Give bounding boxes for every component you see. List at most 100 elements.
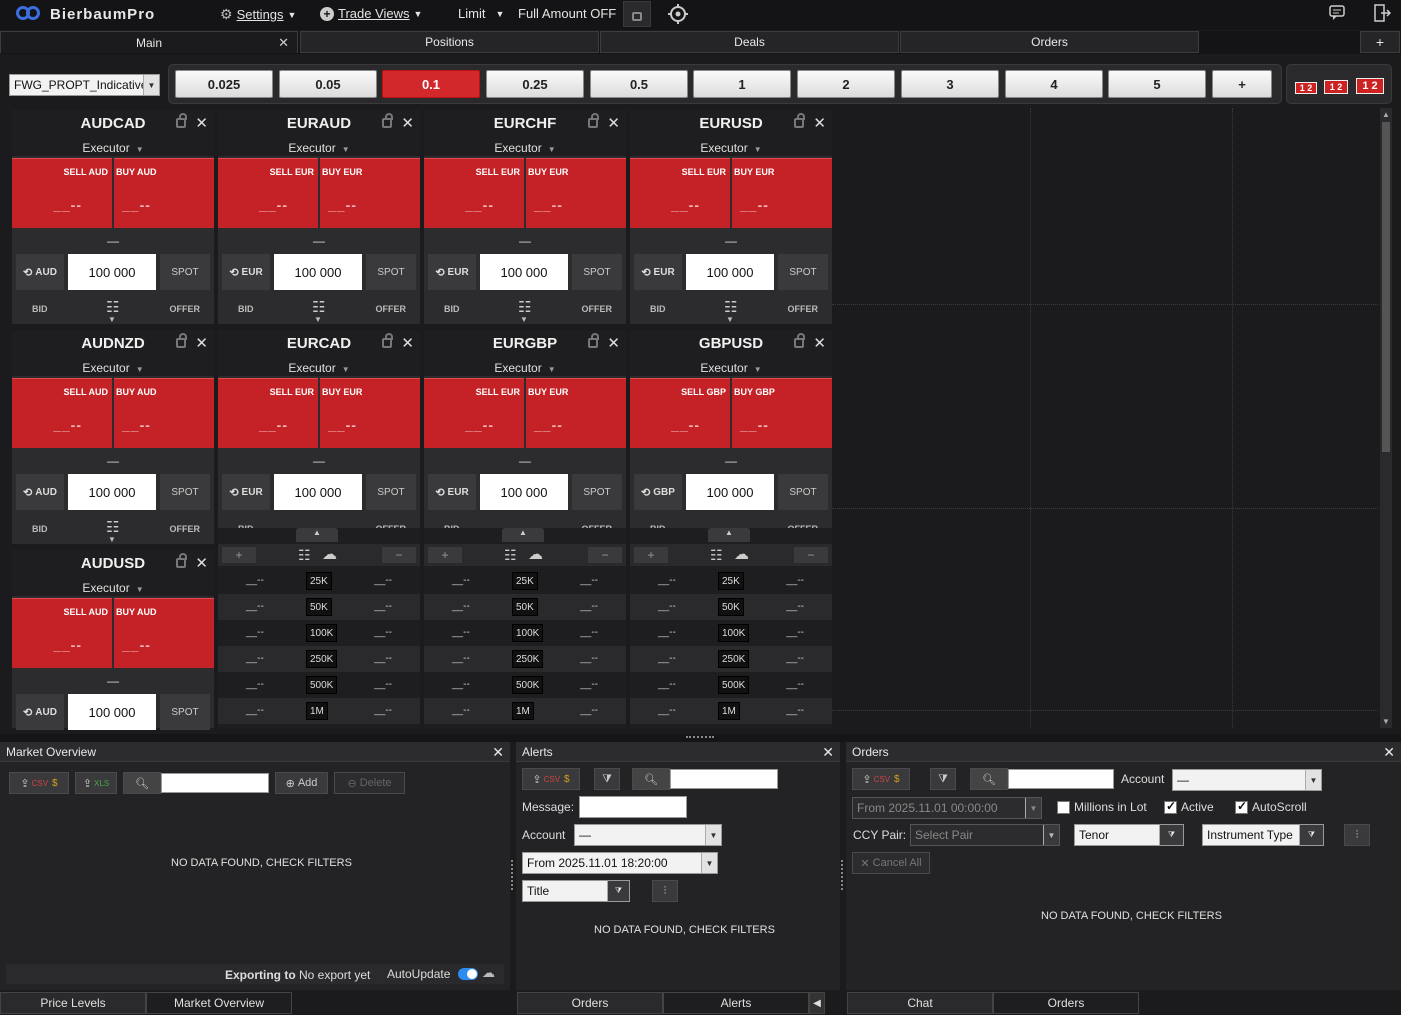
execution-mode-select[interactable]: Executor ▼ [424, 141, 626, 155]
dealt-currency-toggle[interactable]: ⟲ AUD [16, 474, 64, 510]
sell-button[interactable]: SELL EUR __-- [630, 158, 730, 228]
tab-deals[interactable]: Deals [600, 31, 899, 53]
scroll-down-icon[interactable]: ▼ [1382, 717, 1390, 726]
autoscroll-checkbox[interactable] [1235, 799, 1248, 814]
lock-icon[interactable] [588, 333, 599, 348]
depth-row[interactable]: __-- 25K __-- [630, 568, 832, 594]
ladder-icon[interactable]: ☷ [518, 298, 531, 316]
lock-icon[interactable] [382, 333, 393, 348]
decrease-button[interactable]: − [382, 547, 416, 563]
dealt-currency-toggle[interactable]: ⟲ EUR [428, 474, 476, 510]
export-csv-button[interactable]: ⇪ CSV $ [9, 772, 69, 794]
dealt-currency-toggle[interactable]: ⟲ AUD [16, 694, 64, 730]
logout-button[interactable] [1373, 4, 1392, 22]
add-tab-button[interactable]: + [1360, 31, 1400, 53]
quick-amount-button[interactable]: 4 [1005, 70, 1103, 98]
quick-amount-button[interactable]: 0.025 [175, 70, 273, 98]
ladder-icon[interactable]: ☷ [106, 298, 119, 316]
tab-alerts[interactable]: Alerts [663, 992, 809, 1014]
increase-button[interactable]: + [222, 547, 256, 563]
view-mode-large[interactable]: 1 2 [1356, 78, 1384, 94]
sell-button[interactable]: SELL EUR __-- [424, 378, 524, 448]
lock-icon[interactable] [176, 333, 187, 348]
depth-row[interactable]: __-- 100K __-- [424, 620, 626, 646]
collapse-up-icon[interactable]: ▲ [296, 528, 338, 542]
filter-button[interactable]: ⧩ [594, 768, 620, 790]
tenor-select[interactable]: SPOT [160, 254, 210, 290]
amount-input[interactable]: 100 000 [480, 254, 568, 290]
price-source-select[interactable]: FWG_PROPT_Indicative ▼ [9, 74, 160, 96]
column-settings-button[interactable]: ⫶ [652, 880, 678, 902]
message-input[interactable] [579, 796, 687, 818]
tenor-select[interactable]: SPOT [778, 474, 828, 510]
expand-down-icon[interactable]: ▼ [520, 315, 528, 324]
tenor-select[interactable]: SPOT [572, 254, 622, 290]
dealt-currency-toggle[interactable]: ⟲ EUR [222, 474, 270, 510]
search-icon-button[interactable]: 🔍︎ [970, 768, 1008, 790]
buy-button[interactable]: BUY EUR __-- [320, 158, 420, 228]
dealt-currency-toggle[interactable]: ⟲ EUR [428, 254, 476, 290]
depth-row[interactable]: __-- 25K __-- [424, 568, 626, 594]
lock-icon[interactable] [794, 333, 805, 348]
collapse-up-icon[interactable]: ▲ [708, 528, 750, 542]
collapse-left-button[interactable]: ◀ [809, 992, 825, 1014]
tiles-scrollbar[interactable]: ▲ ▼ [1380, 108, 1392, 728]
tab-orders-bottom[interactable]: Orders [517, 992, 663, 1014]
export-csv-button[interactable]: ⇪ CSV $ [522, 768, 580, 790]
depth-row[interactable]: __-- 500K __-- [630, 672, 832, 698]
filter-icon[interactable]: ⧩ [607, 881, 629, 901]
buy-button[interactable]: BUY EUR __-- [526, 158, 626, 228]
amount-input[interactable]: 100 000 [274, 474, 362, 510]
buy-button[interactable]: BUY EUR __-- [320, 378, 420, 448]
tenor-select[interactable]: SPOT [778, 254, 828, 290]
ladder-icon[interactable]: ☷ [312, 298, 325, 316]
tab-chat[interactable]: Chat [847, 992, 993, 1014]
buy-button[interactable]: BUY GBP __-- [732, 378, 832, 448]
expand-down-icon[interactable]: ▼ [108, 535, 116, 544]
depth-row[interactable]: __-- 50K __-- [218, 594, 420, 620]
depth-row[interactable]: __-- 1M __-- [424, 698, 626, 724]
close-icon[interactable]: ✕ [607, 114, 620, 132]
amount-input[interactable]: 100 000 [68, 694, 156, 730]
scroll-thumb[interactable] [1382, 122, 1390, 452]
sell-button[interactable]: SELL EUR __-- [424, 158, 524, 228]
depth-row[interactable]: __-- 25K __-- [218, 568, 420, 594]
quick-amount-button[interactable]: 0.05 [279, 70, 377, 98]
quick-amount-button[interactable]: 0.25 [486, 70, 584, 98]
trade-views-menu[interactable]: + Trade Views ▼ [320, 6, 422, 21]
buy-button[interactable]: BUY AUD __-- [114, 378, 214, 448]
expand-down-icon[interactable]: ▼ [108, 315, 116, 324]
amount-input[interactable]: 100 000 [686, 474, 774, 510]
from-date-select[interactable]: From 2025.11.01 18:20:00 ▼ [522, 852, 718, 874]
sell-button[interactable]: SELL EUR __-- [218, 158, 318, 228]
close-icon[interactable]: ✕ [813, 334, 826, 352]
tenor-select[interactable]: SPOT [160, 474, 210, 510]
ladder-icon[interactable]: ☷ [724, 298, 737, 316]
decrease-button[interactable]: − [794, 547, 828, 563]
dealt-currency-toggle[interactable]: ⟲ EUR [634, 254, 682, 290]
buy-button[interactable]: BUY EUR __-- [732, 158, 832, 228]
lock-icon[interactable] [176, 113, 187, 128]
expand-down-icon[interactable]: ▼ [726, 315, 734, 324]
tenor-select[interactable]: SPOT [160, 694, 210, 730]
depth-row[interactable]: __-- 500K __-- [424, 672, 626, 698]
quick-amount-button[interactable]: 0.1 [382, 70, 480, 98]
close-icon[interactable]: ✕ [813, 114, 826, 132]
close-icon[interactable]: ✕ [607, 334, 620, 352]
tenor-select[interactable]: SPOT [366, 474, 416, 510]
depth-row[interactable]: __-- 50K __-- [630, 594, 832, 620]
search-input[interactable] [1008, 769, 1114, 789]
depth-row[interactable]: __-- 50K __-- [424, 594, 626, 620]
add-button[interactable]: ⊕ Add [275, 772, 328, 794]
chat-button[interactable] [1329, 5, 1345, 21]
export-csv-button[interactable]: ⇪ CSV $ [852, 768, 910, 790]
close-icon[interactable]: ✕ [195, 554, 208, 572]
vertical-splitter[interactable] [841, 860, 845, 890]
execution-mode-select[interactable]: Executor ▼ [12, 361, 214, 375]
depth-row[interactable]: __-- 1M __-- [630, 698, 832, 724]
close-icon[interactable]: ✕ [195, 114, 208, 132]
quick-amount-button[interactable]: 3 [901, 70, 999, 98]
cloud-icon[interactable]: ☁ [322, 545, 337, 563]
lock-icon[interactable] [176, 553, 187, 568]
close-icon[interactable]: ✕ [401, 334, 414, 352]
